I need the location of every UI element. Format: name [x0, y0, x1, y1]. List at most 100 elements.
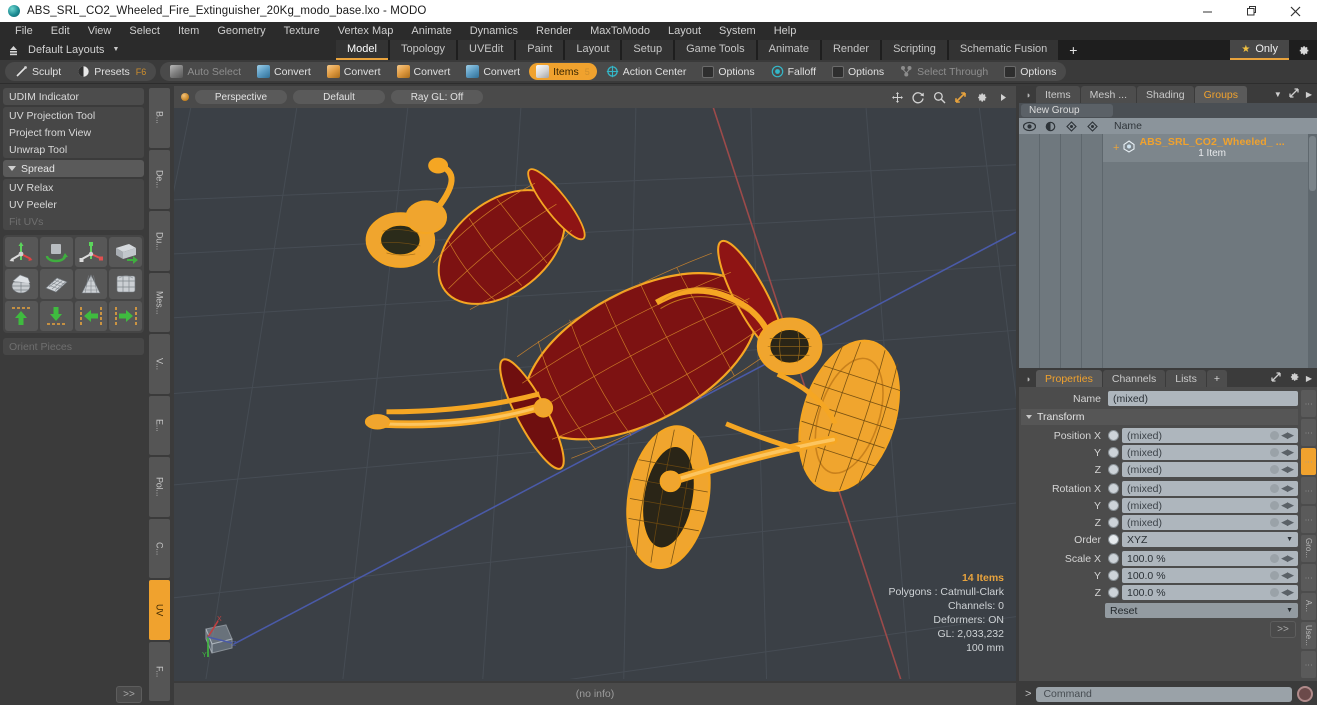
tab-setup[interactable]: Setup	[622, 40, 674, 60]
position-y-reset-icon[interactable]	[1270, 448, 1280, 457]
uv-rotate-icon[interactable]	[39, 237, 73, 267]
uv-flip-icon[interactable]	[109, 237, 142, 267]
tab-lists[interactable]: Lists	[1166, 370, 1206, 387]
maximize-icon[interactable]	[1229, 0, 1273, 22]
close-icon[interactable]	[1273, 0, 1317, 22]
panel-menu-icon[interactable]: ◗	[1022, 370, 1035, 387]
menu-help[interactable]: Help	[765, 22, 806, 40]
tab-scripting[interactable]: Scripting	[882, 40, 947, 60]
tab-layout[interactable]: Layout	[565, 40, 621, 60]
select-through-button[interactable]: Select Through	[893, 63, 995, 80]
sculpt-button[interactable]: Sculpt	[8, 63, 68, 80]
scale-z-key-toggle[interactable]	[1108, 587, 1119, 598]
menu-geometry[interactable]: Geometry	[208, 22, 274, 40]
tab-shading[interactable]: Shading	[1137, 86, 1194, 103]
uv-planar-grid-icon[interactable]	[39, 269, 73, 299]
uv-relax-button[interactable]: UV Relax	[3, 179, 144, 196]
viewport-view-mode[interactable]: Perspective	[195, 90, 287, 104]
position-y-key-toggle[interactable]	[1108, 447, 1119, 458]
expand-panel-icon[interactable]	[1288, 87, 1300, 102]
auto-select-button[interactable]: Auto Select	[163, 63, 248, 80]
menu-dynamics[interactable]: Dynamics	[461, 22, 527, 40]
tab-render[interactable]: Render	[821, 40, 881, 60]
position-z-reset-icon[interactable]	[1270, 465, 1280, 474]
transform-section-header[interactable]: Transform	[1021, 409, 1298, 425]
expand-plus-icon[interactable]: +	[1113, 142, 1119, 154]
scale-x-reset-icon[interactable]	[1270, 554, 1280, 563]
action-center-button[interactable]: Action Center	[599, 63, 694, 80]
tab-schematic-fusion[interactable]: Schematic Fusion	[948, 40, 1059, 60]
left-vtab-curve[interactable]: C...	[149, 518, 170, 578]
zoom-icon[interactable]	[933, 91, 946, 104]
uv-cube-grid-icon[interactable]	[109, 269, 142, 299]
left-vtab-edge[interactable]: E...	[149, 395, 170, 455]
left-vtab-uv[interactable]: UV	[149, 580, 170, 640]
tab-animate[interactable]: Animate	[757, 40, 820, 60]
scale-x-stepper[interactable]: ◀▶	[1281, 553, 1294, 564]
position-z-key-toggle[interactable]	[1108, 464, 1119, 475]
align-left-icon[interactable]	[74, 301, 108, 331]
prop-vtab-groups[interactable]: Gro...	[1301, 535, 1316, 562]
menu-texture[interactable]: Texture	[275, 22, 329, 40]
menu-vertex-map[interactable]: Vertex Map	[329, 22, 403, 40]
viewport-shading-mode[interactable]: Default	[293, 90, 385, 104]
scale-x-input[interactable]: 100.0 % ◀▶	[1122, 551, 1298, 566]
scale-z-stepper[interactable]: ◀▶	[1281, 587, 1294, 598]
add-tab-button[interactable]: +	[1060, 40, 1087, 60]
rotation-z-key-toggle[interactable]	[1108, 517, 1119, 528]
gear-icon[interactable]	[1288, 371, 1300, 386]
groups-scrollbar[interactable]	[1308, 134, 1317, 368]
falloff-button[interactable]: Falloff	[764, 63, 823, 80]
rotation-x-stepper[interactable]: ◀▶	[1281, 483, 1294, 494]
position-x-input[interactable]: (mixed) ◀▶	[1122, 428, 1298, 443]
left-vtab-mesh[interactable]: Mes...	[149, 272, 170, 332]
scale-y-stepper[interactable]: ◀▶	[1281, 570, 1294, 581]
uv-peeler-button[interactable]: UV Peeler	[3, 196, 144, 213]
prop-vtab-1[interactable]: ⋮	[1301, 390, 1316, 417]
rotation-x-input[interactable]: (mixed) ◀▶	[1122, 481, 1298, 496]
uv-projection-tool-button[interactable]: UV Projection Tool	[3, 107, 144, 124]
rotation-z-input[interactable]: (mixed) ◀▶	[1122, 515, 1298, 530]
menu-view[interactable]: View	[79, 22, 121, 40]
fit-icon[interactable]	[954, 91, 967, 104]
tab-paint[interactable]: Paint	[516, 40, 564, 60]
prop-vtab-2[interactable]: ⋮	[1301, 419, 1316, 446]
position-z-stepper[interactable]: ◀▶	[1281, 464, 1294, 475]
convert-button-4[interactable]: Convert	[459, 63, 527, 80]
udim-indicator-button[interactable]: UDIM Indicator	[3, 88, 144, 105]
options-button-3[interactable]: Options	[997, 63, 1063, 80]
expand-panel-icon[interactable]	[1270, 371, 1282, 386]
chevron-right-icon[interactable]	[996, 91, 1009, 104]
layout-selector[interactable]: Default Layouts ▼	[0, 40, 336, 60]
scale-z-reset-icon[interactable]	[1270, 588, 1280, 597]
list-item[interactable]: + ABS_SRL_CO2_Wheeled_ ... 1 Item	[1103, 134, 1317, 162]
scale-x-key-toggle[interactable]	[1108, 553, 1119, 564]
position-x-stepper[interactable]: ◀▶	[1281, 430, 1294, 441]
scale-y-reset-icon[interactable]	[1270, 571, 1280, 580]
convert-button-3[interactable]: Convert	[390, 63, 458, 80]
gear-icon[interactable]	[1289, 40, 1317, 60]
panel-menu-icon[interactable]: ◗	[1022, 86, 1035, 103]
uv-cone-unwrap-icon[interactable]	[74, 269, 108, 299]
tab-items[interactable]: Items	[1036, 86, 1080, 103]
position-y-input[interactable]: (mixed) ◀▶	[1122, 445, 1298, 460]
rotation-y-input[interactable]: (mixed) ◀▶	[1122, 498, 1298, 513]
name-input[interactable]: (mixed)	[1108, 391, 1298, 406]
prop-vtab-3-active[interactable]: ⋮	[1301, 448, 1316, 475]
prop-vtab-4[interactable]: ⋮	[1301, 477, 1316, 504]
tab-mesh[interactable]: Mesh ...	[1080, 86, 1137, 103]
rotation-x-key-toggle[interactable]	[1108, 483, 1119, 494]
left-vtab-vertex[interactable]: V...	[149, 334, 170, 394]
convert-button-2[interactable]: Convert	[320, 63, 388, 80]
left-vtab-deform[interactable]: De...	[149, 149, 170, 209]
reset-dropdown[interactable]: Reset ▼	[1105, 603, 1298, 618]
items-mode-button[interactable]: Items 5	[529, 63, 597, 80]
position-y-stepper[interactable]: ◀▶	[1281, 447, 1294, 458]
tab-channels[interactable]: Channels	[1102, 370, 1166, 387]
tab-properties[interactable]: Properties	[1036, 370, 1102, 387]
axis-gizmo[interactable]: Y X Z	[188, 613, 248, 669]
menu-item[interactable]: Item	[169, 22, 208, 40]
left-vtab-duplicate[interactable]: Du...	[149, 211, 170, 271]
uv-scale-axis-icon[interactable]	[74, 237, 108, 267]
rotation-y-reset-icon[interactable]	[1270, 501, 1280, 510]
